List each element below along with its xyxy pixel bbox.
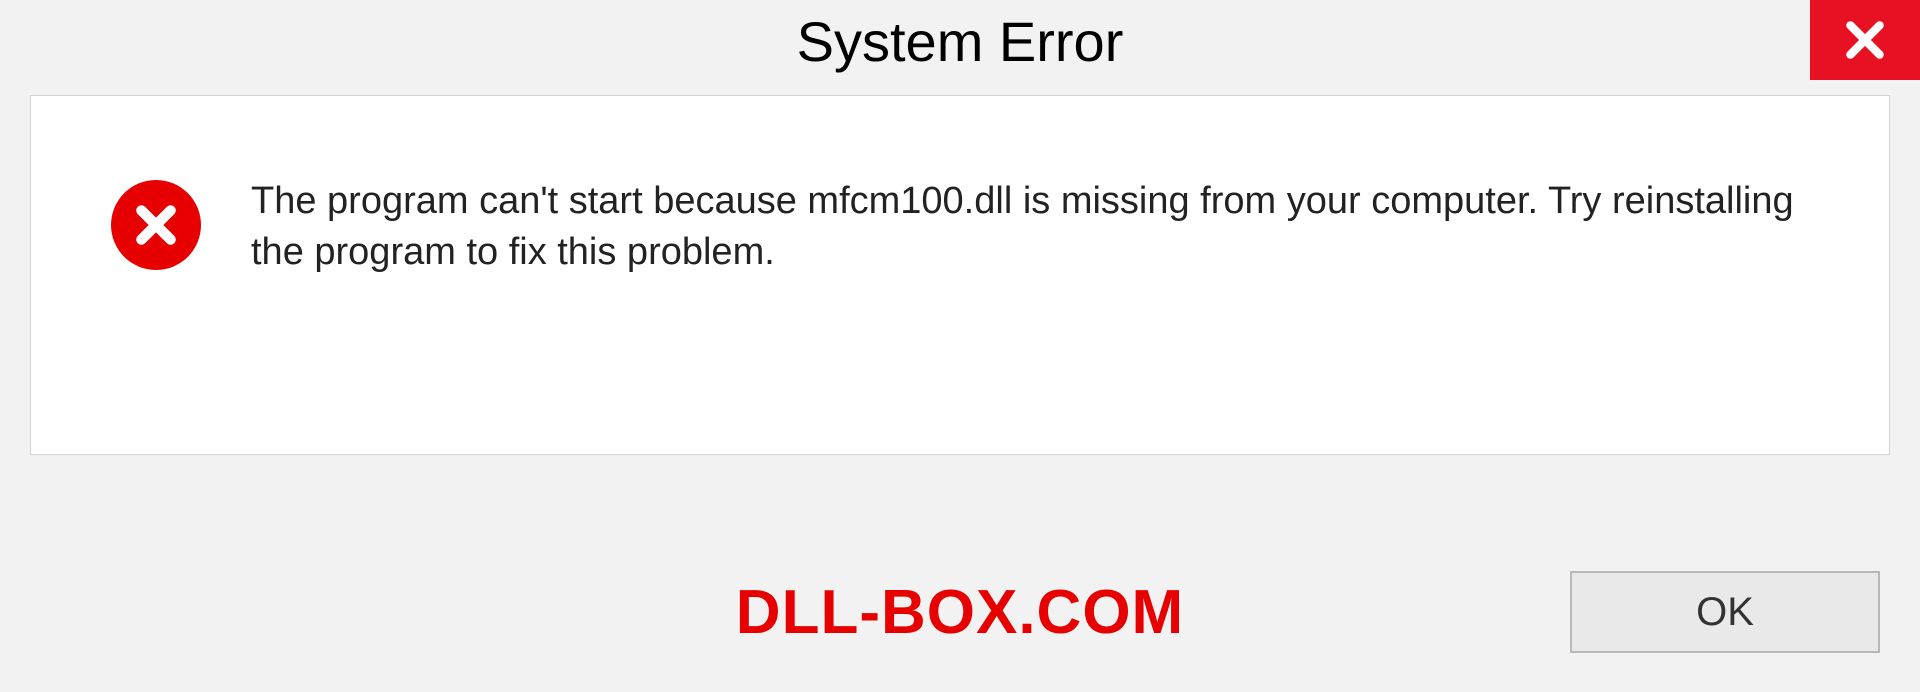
dialog-footer: DLL-BOX.COM OK — [0, 552, 1920, 672]
dialog-title: System Error — [797, 8, 1124, 75]
message-panel: The program can't start because mfcm100.… — [30, 95, 1890, 455]
close-icon — [1843, 18, 1887, 62]
error-message: The program can't start because mfcm100.… — [251, 176, 1829, 279]
titlebar: System Error — [0, 0, 1920, 95]
watermark-text: DLL-BOX.COM — [736, 577, 1184, 648]
ok-button[interactable]: OK — [1570, 571, 1880, 653]
error-icon — [111, 180, 201, 270]
close-button[interactable] — [1810, 0, 1920, 80]
